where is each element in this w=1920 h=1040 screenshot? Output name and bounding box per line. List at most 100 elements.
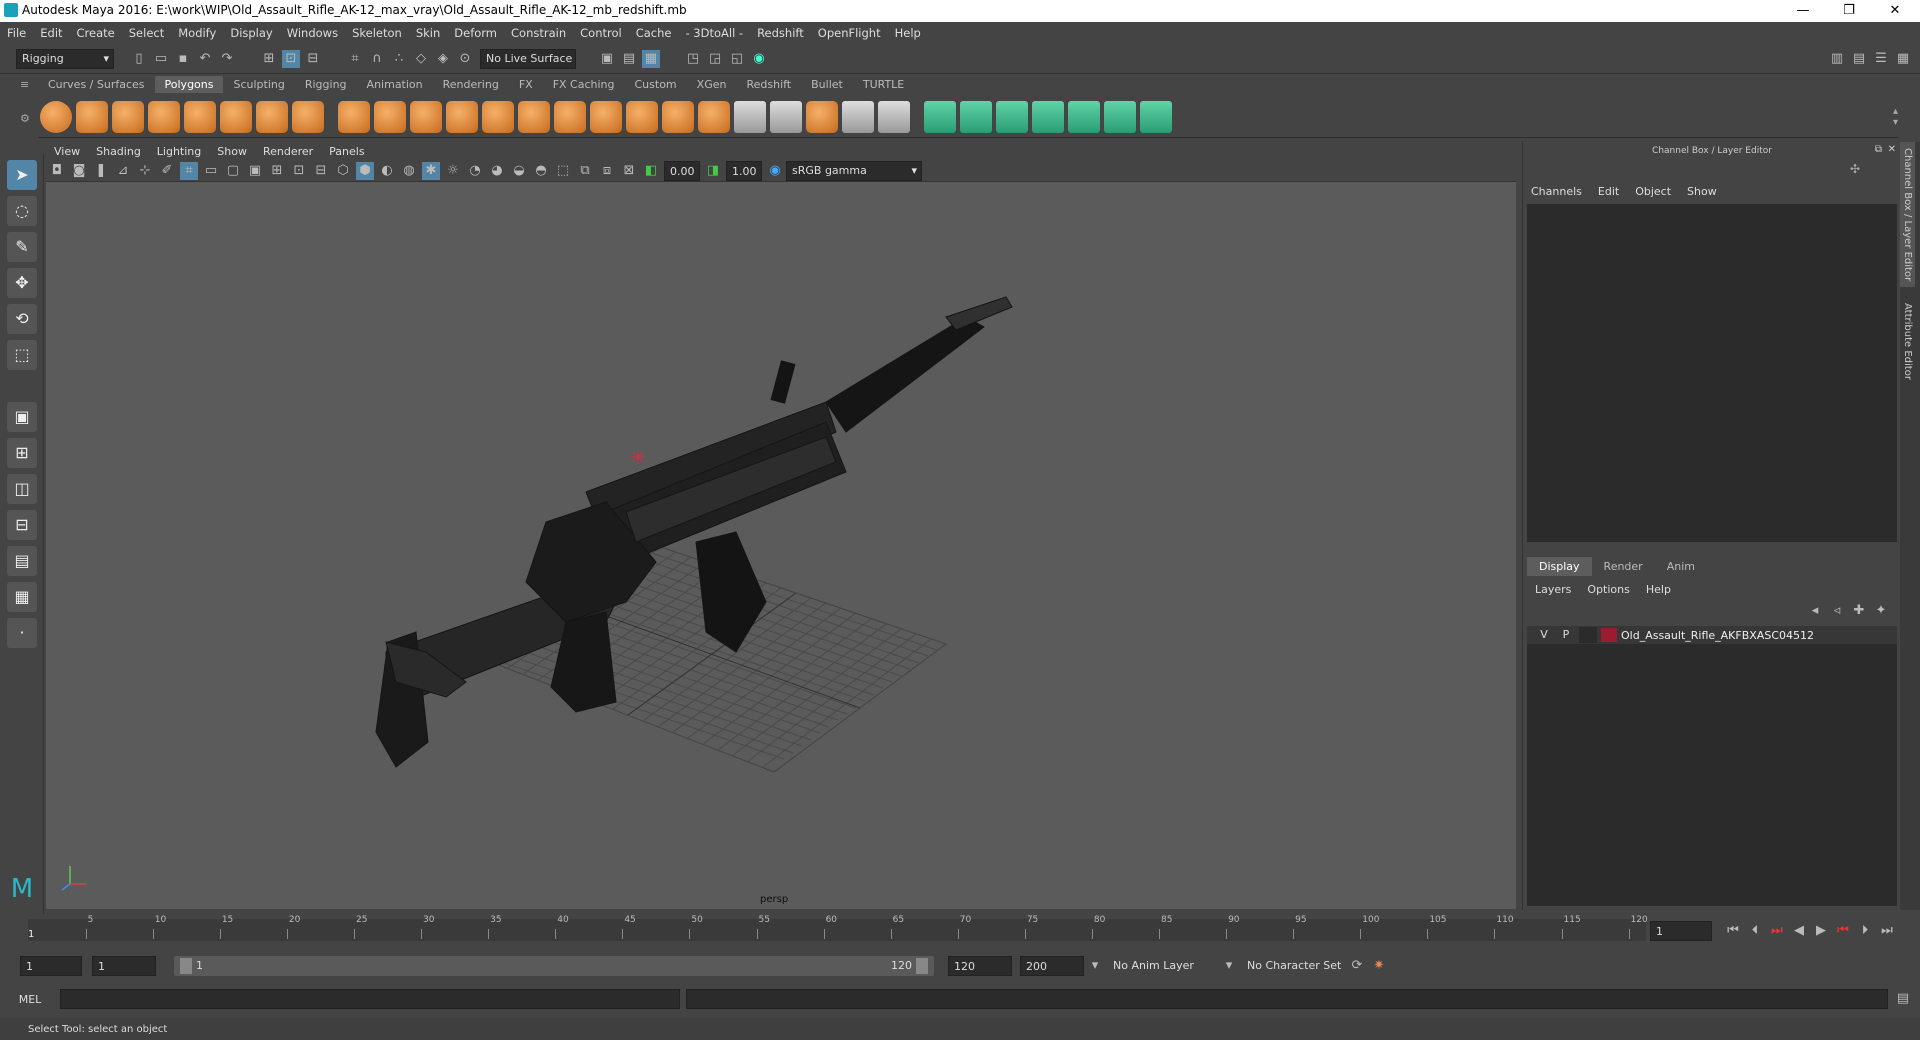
lasso-tool-icon[interactable]: ◌ (7, 196, 37, 226)
planar-mapping-icon[interactable] (924, 100, 956, 133)
tab-animation[interactable]: Animation (357, 76, 433, 93)
extrude-icon[interactable] (518, 100, 550, 133)
tab-turtle[interactable]: TURTLE (853, 76, 914, 93)
shelf-menu-icon[interactable]: ≡ (20, 78, 29, 91)
merge-icon[interactable] (878, 100, 910, 133)
undo-icon[interactable]: ↶ (196, 50, 214, 68)
menu-file[interactable]: File (0, 26, 33, 40)
move-tool-icon[interactable]: ✥ (7, 268, 37, 298)
move-layer-up-icon[interactable]: ◂ (1806, 602, 1824, 620)
snap-point-icon[interactable]: ∴ (390, 50, 408, 68)
command-input[interactable] (60, 989, 680, 1009)
cylindrical-mapping-icon[interactable] (960, 100, 992, 133)
image-plane-icon[interactable]: ⊿ (114, 162, 132, 180)
menu-deform[interactable]: Deform (447, 26, 504, 40)
layer-row[interactable]: V P Old_Assault_Rifle_AKFBXASC04512 (1527, 626, 1897, 644)
bevel-icon[interactable] (590, 100, 622, 133)
ipr-render-icon[interactable]: ◲ (706, 50, 724, 68)
step-back-key-icon[interactable]: ⏭ (1768, 922, 1786, 940)
anim-layer-dropdown[interactable]: No Anim Layer (1108, 956, 1218, 976)
auto-key-icon[interactable]: ⟳ (1348, 957, 1366, 975)
tab-custom[interactable]: Custom (625, 76, 687, 93)
viewport-menu-lighting[interactable]: Lighting (149, 145, 209, 158)
new-layer-icon[interactable]: ✚ (1850, 602, 1868, 620)
tab-xgen[interactable]: XGen (687, 76, 737, 93)
outliner-layout-icon[interactable]: ▤ (7, 546, 37, 576)
gamma-field[interactable]: 1.00 (726, 160, 762, 181)
offset-edge-loop-icon[interactable] (770, 100, 802, 133)
side-tab-attribute-editor[interactable]: Attribute Editor (1900, 297, 1915, 386)
channel-box-area[interactable] (1527, 204, 1897, 542)
xray-joints-icon[interactable]: ⧈ (598, 162, 616, 180)
tab-rigging[interactable]: Rigging (295, 76, 357, 93)
motion-blur-icon[interactable]: ◕ (488, 162, 506, 180)
safe-title-icon[interactable]: ⊟ (312, 162, 330, 180)
two-pane-side-layout-icon[interactable]: ◫ (7, 474, 37, 504)
grid-icon[interactable]: ⌗ (180, 161, 198, 180)
separate-icon[interactable] (374, 100, 406, 133)
menu-modify[interactable]: Modify (171, 26, 223, 40)
go-to-start-icon[interactable]: ⏮ (1724, 922, 1742, 940)
grease-pencil-icon[interactable]: ✐ (158, 162, 176, 180)
outliner-toggle-icon[interactable]: ▤ (1850, 50, 1868, 68)
viewport-persp[interactable]: persp (46, 182, 1516, 909)
tab-sculpting[interactable]: Sculpting (223, 76, 294, 93)
menu-windows[interactable]: Windows (280, 26, 345, 40)
start-time-field[interactable]: 1 (20, 956, 82, 976)
bridge-icon[interactable] (554, 100, 586, 133)
shelf-scroll-icon[interactable]: ▴ ▾ (1893, 106, 1898, 128)
wireframe-icon[interactable]: ⬡ (334, 162, 352, 180)
use-all-lights-icon[interactable]: ✱ (422, 161, 440, 180)
layer-name[interactable]: Old_Assault_Rifle_AKFBXASC04512 (1621, 629, 1814, 642)
playback-end-field[interactable]: 120 (948, 956, 1012, 976)
make-hole-icon[interactable] (698, 100, 730, 133)
shelf-options-icon[interactable]: ⚙ (20, 112, 30, 125)
select-component-icon[interactable]: ⊟ (304, 50, 322, 68)
play-forwards-icon[interactable]: ▶ (1812, 922, 1830, 940)
snap-view-icon[interactable]: ◇ (412, 50, 430, 68)
tab-redshift[interactable]: Redshift (736, 76, 801, 93)
menu-select[interactable]: Select (122, 26, 171, 40)
viewport-menu-renderer[interactable]: Renderer (255, 145, 321, 158)
menu-control[interactable]: Control (573, 26, 629, 40)
layer-color-swatch[interactable] (1601, 628, 1617, 642)
menu-set-dropdown[interactable]: Rigging ▾ (16, 48, 114, 69)
play-backwards-icon[interactable]: ◀ (1790, 922, 1808, 940)
cb-menu-object[interactable]: Object (1627, 185, 1679, 198)
float-panel-icon[interactable]: ⧉ (1875, 144, 1882, 155)
side-tab-channel-box[interactable]: Channel Box / Layer Editor (1900, 142, 1915, 288)
paint-select-tool-icon[interactable]: ✎ (7, 232, 37, 262)
fill-hole-icon[interactable] (662, 100, 694, 133)
le-menu-help[interactable]: Help (1638, 583, 1679, 596)
menu-help[interactable]: Help (888, 26, 928, 40)
poly-pipe-icon[interactable] (292, 100, 324, 133)
cmd-language-label[interactable]: MEL (0, 993, 60, 1006)
poly-plane-icon[interactable] (184, 100, 216, 133)
new-scene-icon[interactable]: ▯ (130, 50, 148, 68)
combine-icon[interactable] (338, 100, 370, 133)
insert-edge-loop-icon[interactable] (734, 100, 766, 133)
smooth-shade-icon[interactable]: ⬢ (356, 161, 374, 180)
layer-playback-toggle[interactable]: P (1557, 627, 1575, 643)
menu-cache[interactable]: Cache (629, 26, 679, 40)
le-menu-layers[interactable]: Layers (1527, 583, 1579, 596)
close-button[interactable]: ✕ (1872, 0, 1918, 22)
select-object-icon[interactable]: ⊡ (282, 49, 300, 68)
close-panel-icon[interactable]: ✕ (1888, 144, 1896, 155)
menu-3dtoall[interactable]: - 3DtoAll - (678, 26, 750, 40)
uv-layout-icon[interactable] (1140, 100, 1172, 133)
save-scene-icon[interactable]: ▪ (174, 50, 192, 68)
bookmarks-icon[interactable]: ❚ (92, 162, 110, 180)
uv-editor-icon[interactable] (1068, 100, 1100, 133)
menu-edit[interactable]: Edit (33, 26, 69, 40)
playback-start-field[interactable]: 1 (92, 956, 156, 976)
redo-icon[interactable]: ↷ (218, 50, 236, 68)
four-view-layout-icon[interactable]: ⊞ (7, 438, 37, 468)
viewport-menu-shading[interactable]: Shading (88, 145, 149, 158)
live-surface-field[interactable]: No Live Surface (480, 48, 576, 69)
open-scene-icon[interactable]: ▭ (152, 50, 170, 68)
poly-cube-icon[interactable] (76, 100, 108, 133)
range-start-handle[interactable] (180, 958, 192, 974)
checker-icon[interactable] (1104, 100, 1136, 133)
viewport-menu-view[interactable]: View (46, 145, 88, 158)
